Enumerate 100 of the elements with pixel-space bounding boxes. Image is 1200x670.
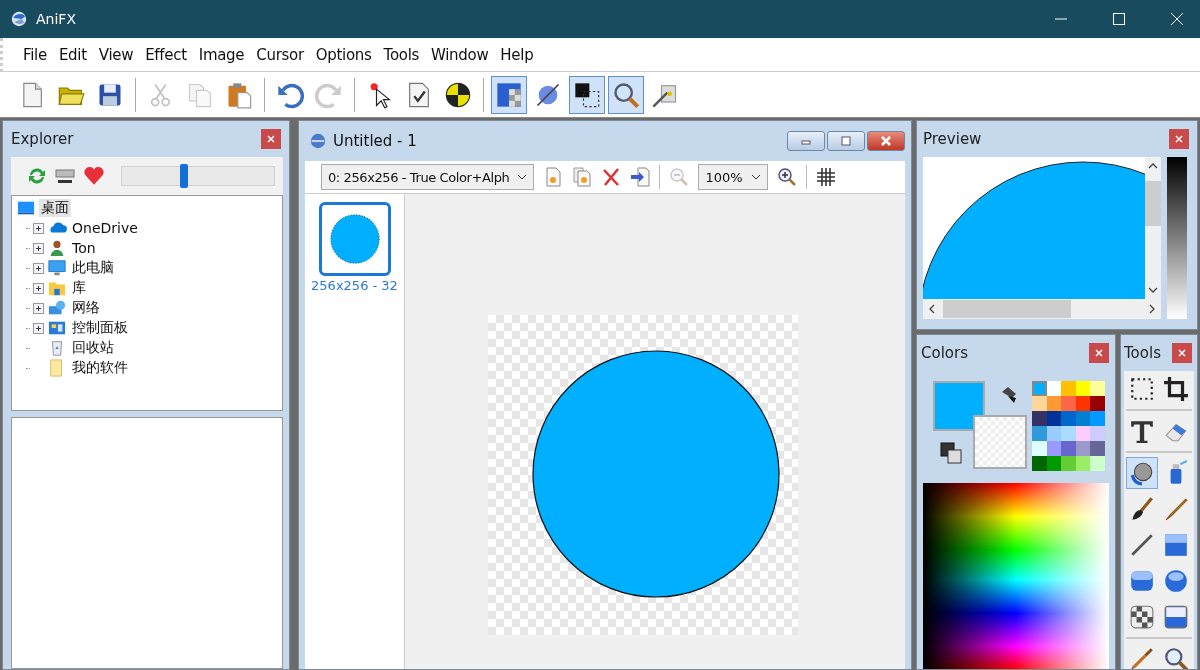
caret-icon bbox=[750, 174, 761, 180]
ellipse-icon bbox=[1163, 568, 1189, 594]
color-swatch[interactable] bbox=[1061, 381, 1076, 396]
close-button[interactable] bbox=[867, 131, 905, 151]
tree-item[interactable]: 回收站 bbox=[70, 339, 116, 357]
duplicate-image-icon[interactable] bbox=[572, 167, 593, 187]
color-swatch[interactable] bbox=[1032, 396, 1047, 411]
menu-item[interactable]: Window bbox=[431, 45, 489, 64]
close-button[interactable] bbox=[1169, 129, 1189, 149]
color-swatch[interactable] bbox=[1032, 411, 1047, 426]
format-dropdown[interactable]: 0: 256x256 - True Color+Alph bbox=[321, 164, 535, 190]
close-icon bbox=[1178, 349, 1186, 357]
menu-item[interactable]: View bbox=[98, 45, 134, 64]
tree-item[interactable]: 库 bbox=[70, 279, 88, 297]
toolbar-button[interactable] bbox=[569, 75, 605, 114]
restore-icon bbox=[840, 136, 852, 146]
plus-icon bbox=[34, 323, 43, 333]
menu-item[interactable]: Help bbox=[500, 45, 534, 64]
delete-icon[interactable] bbox=[601, 167, 622, 187]
zoom-dropdown[interactable]: 100% bbox=[698, 164, 768, 190]
color-swatch[interactable] bbox=[1032, 456, 1047, 471]
frame-thumbnail[interactable] bbox=[318, 202, 391, 276]
color-swatch[interactable] bbox=[1090, 426, 1105, 441]
color-swatch[interactable] bbox=[1090, 411, 1105, 426]
panel-title: Tools bbox=[1124, 344, 1161, 362]
tree-item[interactable]: 此电脑 bbox=[70, 259, 116, 277]
import-icon[interactable] bbox=[630, 167, 651, 187]
expand-toggle[interactable] bbox=[33, 222, 44, 234]
slider[interactable] bbox=[121, 166, 275, 186]
color-swatch[interactable] bbox=[1032, 381, 1047, 396]
color-swatch[interactable] bbox=[1090, 441, 1105, 456]
expand-toggle[interactable] bbox=[33, 282, 44, 294]
background-swatch[interactable] bbox=[973, 415, 1027, 469]
close-icon bbox=[1175, 135, 1183, 143]
tree-item[interactable]: 控制面板 bbox=[70, 319, 130, 337]
scroll-down-icon[interactable] bbox=[1148, 287, 1158, 293]
menu-item[interactable]: Options bbox=[315, 45, 372, 64]
target-icon bbox=[444, 80, 472, 109]
close-icon bbox=[1095, 349, 1103, 357]
circle-shape[interactable] bbox=[532, 350, 780, 598]
menu-item[interactable]: Image bbox=[198, 45, 245, 64]
rounded-rectangle-icon bbox=[1129, 568, 1155, 594]
close-button[interactable] bbox=[1089, 343, 1109, 363]
new-image-icon[interactable] bbox=[543, 167, 564, 187]
color-swatch[interactable] bbox=[1032, 441, 1047, 456]
zoom-in-icon[interactable] bbox=[776, 167, 797, 187]
selection-icon bbox=[573, 80, 601, 109]
color-swatch[interactable] bbox=[1061, 411, 1076, 426]
tree-item[interactable]: 我的软件 bbox=[70, 359, 130, 377]
plus-icon bbox=[34, 263, 43, 273]
panel-title: Preview bbox=[923, 130, 982, 148]
default-colors-icon[interactable] bbox=[939, 441, 963, 465]
tree-item[interactable]: 桌面 bbox=[39, 199, 71, 217]
menu-item[interactable]: Cursor bbox=[256, 45, 304, 64]
tool-button[interactable] bbox=[1126, 457, 1158, 489]
color-swatch[interactable] bbox=[1061, 456, 1076, 471]
grayscale-strip[interactable] bbox=[1167, 157, 1187, 319]
color-swatch[interactable] bbox=[1061, 396, 1076, 411]
menu-item[interactable]: Tools bbox=[383, 45, 419, 64]
tree-item[interactable]: OneDrive bbox=[70, 220, 140, 236]
tree-item[interactable]: 网络 bbox=[70, 299, 102, 317]
vertical-scrollbar[interactable] bbox=[1145, 157, 1161, 299]
scroll-right-icon[interactable] bbox=[1149, 304, 1155, 314]
color-swatch[interactable] bbox=[1090, 396, 1105, 411]
expand-toggle[interactable] bbox=[33, 242, 44, 254]
tree-item[interactable]: Ton bbox=[70, 240, 98, 256]
transparent-canvas[interactable] bbox=[488, 315, 798, 635]
menu-item[interactable]: Effect bbox=[145, 45, 187, 64]
menu-item[interactable]: File bbox=[23, 45, 47, 64]
color-swatch[interactable] bbox=[1090, 381, 1105, 396]
color-swatch[interactable] bbox=[1061, 426, 1076, 441]
panel-title: Colors bbox=[921, 344, 968, 362]
expand-toggle[interactable] bbox=[33, 322, 44, 334]
scroll-left-icon[interactable] bbox=[929, 304, 935, 314]
minimize-button[interactable] bbox=[787, 131, 825, 151]
close-button[interactable] bbox=[1172, 343, 1192, 363]
color-swatch[interactable] bbox=[1061, 441, 1076, 456]
grid-icon[interactable] bbox=[815, 167, 836, 187]
foreground-swatch[interactable] bbox=[933, 381, 985, 431]
panel-title: Explorer bbox=[11, 130, 74, 148]
restore-button[interactable] bbox=[827, 131, 865, 151]
close-icon bbox=[880, 136, 892, 146]
network-icon bbox=[47, 299, 67, 317]
menu-item[interactable]: Edit bbox=[58, 45, 87, 64]
close-button[interactable] bbox=[261, 129, 281, 149]
rename-icon[interactable] bbox=[55, 166, 75, 186]
toolbar-button[interactable] bbox=[608, 75, 644, 114]
refresh-icon[interactable] bbox=[27, 166, 47, 186]
expand-toggle[interactable] bbox=[33, 302, 44, 314]
rectangle-icon bbox=[1163, 532, 1189, 558]
color-swatch[interactable] bbox=[1090, 456, 1105, 471]
scroll-up-icon[interactable] bbox=[1148, 163, 1158, 169]
slider-thumb[interactable] bbox=[180, 164, 189, 188]
checkerboard-icon bbox=[1129, 604, 1155, 630]
color-swatch[interactable] bbox=[1032, 426, 1047, 441]
control-panel-icon bbox=[47, 319, 67, 337]
expand-toggle[interactable] bbox=[33, 262, 44, 274]
heart-icon[interactable] bbox=[83, 165, 105, 187]
crop-icon bbox=[1163, 376, 1189, 402]
color-spectrum[interactable] bbox=[923, 483, 1109, 669]
